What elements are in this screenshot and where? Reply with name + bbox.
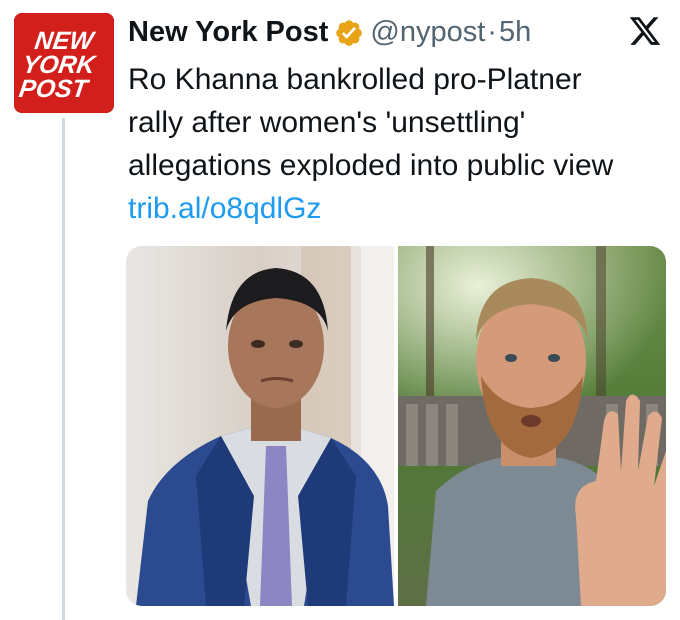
- account-name[interactable]: New York Post: [128, 16, 328, 49]
- photo-right: [398, 246, 666, 606]
- tweet-media-images: [126, 246, 666, 606]
- thread-line: [62, 118, 65, 620]
- photo-left: [126, 246, 394, 606]
- tweet-text-line-1: Ro Khanna bankrolled pro-Platner: [128, 63, 582, 96]
- tweet-media[interactable]: [126, 246, 666, 606]
- avatar-logo-line-3: POST: [17, 75, 92, 103]
- tweet-header: New York Post @nypost · 5h: [128, 10, 531, 54]
- tweet-text: Ro Khanna bankrolled pro-Platner rally a…: [128, 58, 673, 230]
- separator-dot: ·: [487, 15, 497, 48]
- account-handle[interactable]: @nypost: [370, 16, 485, 49]
- timestamp[interactable]: 5h: [499, 16, 531, 49]
- new-york-post-logo: NEW YORK POST: [14, 13, 114, 113]
- tweet-text-line-3: allegations exploded into public view: [128, 149, 614, 182]
- verified-badge-icon: [336, 20, 363, 46]
- x-logo-icon: [629, 17, 661, 45]
- tweet-text-line-2: rally after women's 'unsettling': [128, 106, 526, 139]
- tweet-link[interactable]: trib.al/o8qdlGz: [128, 187, 673, 230]
- avatar[interactable]: NEW YORK POST: [14, 13, 114, 113]
